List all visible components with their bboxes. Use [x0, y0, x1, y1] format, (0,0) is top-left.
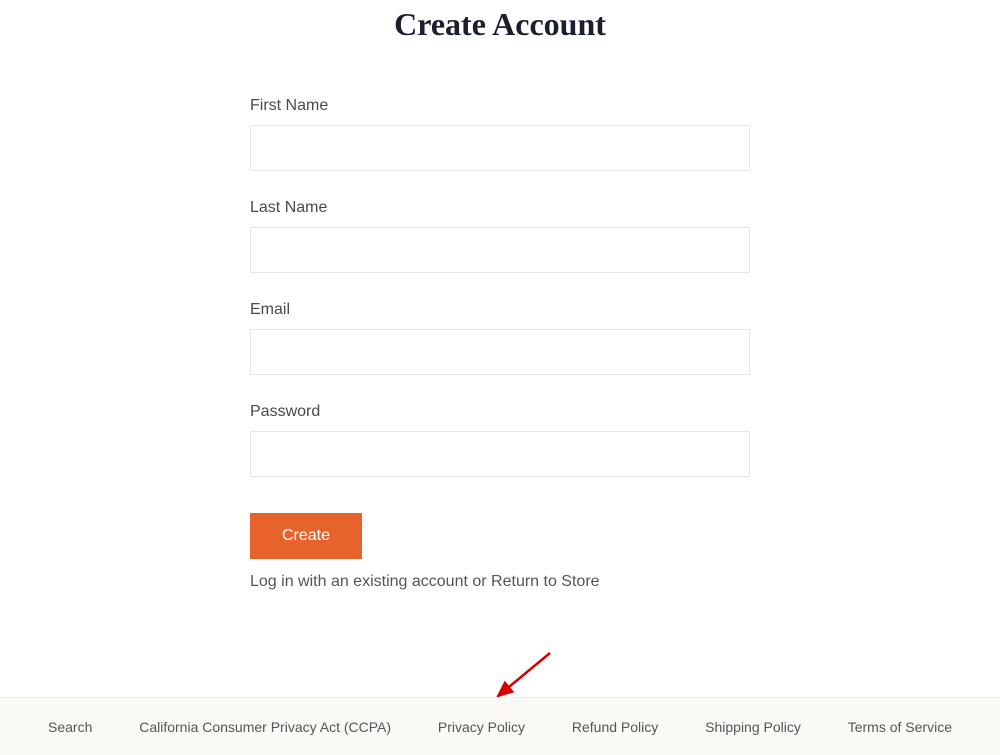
first-name-input[interactable] — [250, 125, 750, 171]
first-name-group: First Name — [250, 97, 750, 171]
create-button[interactable]: Create — [250, 513, 362, 559]
footer-link-terms-of-service[interactable]: Terms of Service — [848, 719, 952, 735]
footer-link-privacy-policy[interactable]: Privacy Policy — [438, 719, 525, 735]
last-name-input[interactable] — [250, 227, 750, 273]
create-account-form: First Name Last Name Email Password Crea… — [250, 97, 750, 591]
footer: Search California Consumer Privacy Act (… — [0, 697, 1000, 755]
password-group: Password — [250, 403, 750, 477]
login-row: Log in with an existing account or Retur… — [250, 573, 750, 591]
email-label: Email — [250, 301, 750, 319]
last-name-group: Last Name — [250, 199, 750, 273]
last-name-label: Last Name — [250, 199, 750, 217]
first-name-label: First Name — [250, 97, 750, 115]
email-group: Email — [250, 301, 750, 375]
password-input[interactable] — [250, 431, 750, 477]
return-to-store-link[interactable]: Return to Store — [491, 573, 600, 590]
password-label: Password — [250, 403, 750, 421]
footer-link-refund-policy[interactable]: Refund Policy — [572, 719, 658, 735]
separator-text: or — [468, 573, 491, 590]
footer-link-shipping-policy[interactable]: Shipping Policy — [705, 719, 801, 735]
login-link[interactable]: Log in with an existing account — [250, 573, 468, 590]
footer-link-search[interactable]: Search — [48, 719, 92, 735]
email-input[interactable] — [250, 329, 750, 375]
footer-link-ccpa[interactable]: California Consumer Privacy Act (CCPA) — [139, 719, 391, 735]
page-title: Create Account — [0, 0, 1000, 43]
